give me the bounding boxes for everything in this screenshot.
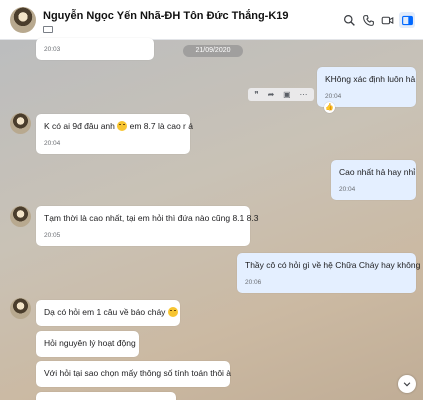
message-text: KHông xác định luôn hả <box>325 74 416 84</box>
message-text: Thầy cô có hỏi gì về hệ Chữa Cháy hay kh… <box>245 260 421 270</box>
sender-avatar[interactable] <box>10 113 31 134</box>
forward-icon[interactable]: ➦ <box>268 90 275 99</box>
message-text: Dạ có hỏi em 1 câu về báo cháy <box>44 307 178 318</box>
search-icon[interactable] <box>341 12 357 28</box>
message-bubble[interactable]: 20:03 <box>36 38 154 60</box>
message-text: Với hỏi tại sao chọn mấy thông số tính t… <box>44 368 232 378</box>
laughing-emoji-icon <box>117 121 128 131</box>
video-icon[interactable] <box>379 12 395 28</box>
sender-avatar[interactable] <box>10 206 31 227</box>
message-bubble-other-partial[interactable] <box>36 392 176 400</box>
message-text: K có ai 9đ đâu anh em 8.7 là cao r á <box>44 121 193 131</box>
message-bubble-mine[interactable]: KHông xác định luôn hả 20:04 <box>317 67 416 107</box>
chat-header: Nguyễn Ngọc Yến Nhã-ĐH Tôn Đức Thắng-K19 <box>0 0 423 40</box>
message-action-bar: ❞ ➦ ▣ ⋯ <box>248 88 314 101</box>
tag-icon[interactable] <box>43 26 53 33</box>
message-time: 20:06 <box>245 279 262 286</box>
message-text: Cao nhất hả hay nhỉ <box>339 167 416 177</box>
todo-icon[interactable]: ▣ <box>283 90 291 99</box>
message-time: 20:04 <box>339 186 356 193</box>
phone-icon[interactable] <box>360 12 376 28</box>
quote-icon[interactable]: ❞ <box>254 90 258 99</box>
message-time: 20:04 <box>325 93 342 100</box>
chevron-down-icon <box>403 382 411 387</box>
message-bubble-other[interactable]: K có ai 9đ đâu anh em 8.7 là cao r á 20:… <box>36 114 193 154</box>
message-bubble-other[interactable]: Với hỏi tại sao chọn mấy thông số tính t… <box>36 361 232 387</box>
laughing-emoji-icon <box>167 307 178 317</box>
message-bubble-mine[interactable]: Thầy cô có hỏi gì về hệ Chữa Cháy hay kh… <box>237 253 421 293</box>
reaction-like-icon[interactable]: 👍 <box>324 102 335 113</box>
contact-avatar[interactable] <box>10 7 36 33</box>
message-bubble-other[interactable]: Tạm thời là cao nhất, tại em hỏi thì đứa… <box>36 206 259 246</box>
sidebar-toggle-icon[interactable] <box>399 12 415 28</box>
message-time: 20:04 <box>44 140 61 147</box>
message-time: 20:05 <box>44 232 61 239</box>
message-time: 20:03 <box>44 46 61 53</box>
message-bubble-other[interactable]: Dạ có hỏi em 1 câu về báo cháy <box>36 300 180 326</box>
message-bubble-mine[interactable]: Cao nhất hả hay nhỉ 20:04 <box>331 160 416 200</box>
date-separator: 21/09/2020 <box>183 45 243 57</box>
message-text: Hỏi nguyên lý hoạt động <box>44 338 136 348</box>
chat-title[interactable]: Nguyễn Ngọc Yến Nhã-ĐH Tôn Đức Thắng-K19 <box>43 10 289 22</box>
message-bubble-other[interactable]: Hỏi nguyên lý hoạt động <box>36 331 139 357</box>
more-icon[interactable]: ⋯ <box>300 90 308 99</box>
sender-avatar[interactable] <box>10 298 31 319</box>
message-text: Tạm thời là cao nhất, tại em hỏi thì đứa… <box>44 213 259 223</box>
scroll-to-bottom-button[interactable] <box>398 375 416 393</box>
